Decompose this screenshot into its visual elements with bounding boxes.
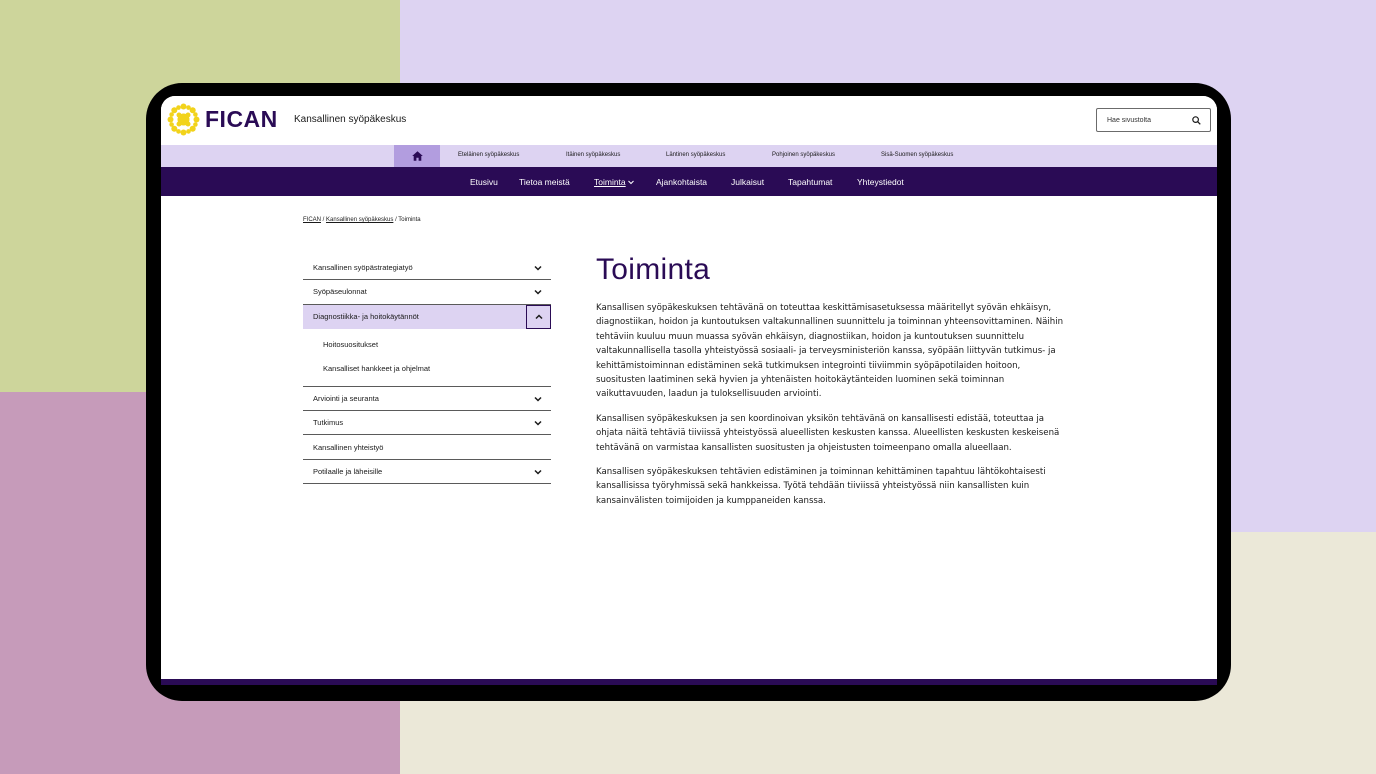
home-tab[interactable] bbox=[394, 145, 440, 167]
side-menu-item-seulonnat[interactable]: Syöpäseulonnat bbox=[303, 280, 551, 305]
side-menu-item-label: Potilaalle ja läheisille bbox=[313, 466, 383, 476]
nav-link-yhteystiedot[interactable]: Yhteystiedot bbox=[857, 177, 904, 187]
region-nav: Eteläinen syöpäkeskus Itäinen syöpäkesku… bbox=[161, 145, 1217, 167]
chevron-down-icon bbox=[627, 180, 634, 185]
search-box bbox=[1096, 108, 1211, 132]
site-logo[interactable]: FICAN bbox=[167, 103, 278, 136]
nav-link-toiminta[interactable]: Toiminta bbox=[594, 177, 634, 187]
chevron-up-icon bbox=[534, 314, 543, 319]
main-content: Toiminta Kansallisen syöpäkeskuksen teht… bbox=[596, 253, 1066, 518]
nav-link-ajankohtaista[interactable]: Ajankohtaista bbox=[656, 177, 707, 187]
site-name: Kansallinen syöpäkeskus bbox=[294, 114, 407, 125]
chevron-down-icon[interactable] bbox=[533, 263, 543, 273]
side-menu-item-label: Tutkimus bbox=[313, 418, 344, 428]
breadcrumb-link-fican[interactable]: FICAN bbox=[303, 217, 321, 223]
chevron-down-icon[interactable] bbox=[533, 287, 543, 297]
chevron-down-icon[interactable] bbox=[533, 467, 543, 477]
region-link-lantinen[interactable]: Läntinen syöpäkeskus bbox=[666, 152, 725, 158]
nav-link-toiminta-label: Toiminta bbox=[594, 177, 626, 187]
region-link-pohjoinen[interactable]: Pohjoinen syöpäkeskus bbox=[772, 152, 835, 158]
breadcrumb: FICAN / Kansallinen syöpäkeskus / Toimin… bbox=[303, 217, 421, 223]
nav-link-etusivu[interactable]: Etusivu bbox=[470, 177, 498, 187]
breadcrumb-separator: / bbox=[322, 217, 325, 223]
side-menu-item-label: Kansallinen syöpästrategiatyö bbox=[313, 263, 413, 273]
search-input[interactable] bbox=[1107, 116, 1187, 124]
side-menu-item-arviointi[interactable]: Arviointi ja seuranta bbox=[303, 387, 551, 412]
site-header: FICAN Kansallinen syöpäkeskus bbox=[161, 96, 1217, 145]
search-icon[interactable] bbox=[1192, 115, 1201, 125]
tablet-frame: FICAN Kansallinen syöpäkeskus Eteläinen … bbox=[146, 83, 1231, 701]
side-menu-item-strategiatyo[interactable]: Kansallinen syöpästrategiatyö bbox=[303, 256, 551, 281]
breadcrumb-separator: / bbox=[395, 217, 397, 223]
side-menu: Kansallinen syöpästrategiatyö Syöpäseulo… bbox=[303, 256, 551, 485]
region-link-itainen[interactable]: Itäinen syöpäkeskus bbox=[566, 152, 620, 158]
side-menu-item-yhteistyo[interactable]: Kansallinen yhteistyö bbox=[303, 435, 551, 460]
nav-link-tapahtumat[interactable]: Tapahtumat bbox=[788, 177, 832, 187]
side-menu-item-label: Diagnostiikka- ja hoitokäytännöt bbox=[313, 312, 419, 322]
side-submenu: Hoitosuositukset Kansalliset hankkeet ja… bbox=[303, 329, 551, 387]
chevron-down-icon[interactable] bbox=[533, 418, 543, 428]
side-menu-item-label: Arviointi ja seuranta bbox=[313, 394, 379, 404]
side-menu-item-diagnostiikka[interactable]: Diagnostiikka- ja hoitokäytännöt bbox=[303, 304, 551, 329]
nav-link-julkaisut[interactable]: Julkaisut bbox=[731, 177, 764, 187]
content-paragraph: Kansallisen syöpäkeskuksen tehtävien edi… bbox=[596, 467, 1046, 506]
content-paragraph: Kansallisen syöpäkeskuksen tehtävänä on … bbox=[596, 303, 1064, 400]
screen-bottom-bar bbox=[161, 679, 1217, 685]
side-submenu-item-hoitosuositukset[interactable]: Hoitosuositukset bbox=[303, 333, 551, 357]
breadcrumb-link-kansallinen[interactable]: Kansallinen syöpäkeskus bbox=[326, 217, 393, 223]
browser-screen: FICAN Kansallinen syöpäkeskus Eteläinen … bbox=[161, 96, 1217, 685]
chevron-down-icon[interactable] bbox=[533, 394, 543, 404]
home-icon bbox=[411, 151, 423, 161]
page-title: Toiminta bbox=[596, 253, 711, 286]
region-link-sisa-suomen[interactable]: Sisä-Suomen syöpäkeskus bbox=[881, 152, 953, 158]
sun-logo-icon bbox=[167, 103, 200, 136]
side-menu-item-tutkimus[interactable]: Tutkimus bbox=[303, 411, 551, 436]
side-menu-item-label: Syöpäseulonnat bbox=[313, 287, 367, 297]
side-submenu-item-hankkeet[interactable]: Kansalliset hankkeet ja ohjelmat bbox=[303, 357, 551, 381]
main-nav: Etusivu Tietoa meistä Toiminta Ajankohta… bbox=[161, 167, 1217, 196]
side-menu-item-potilaalle[interactable]: Potilaalle ja läheisille bbox=[303, 460, 551, 485]
side-menu-item-label: Kansallinen yhteistyö bbox=[313, 442, 384, 452]
collapse-button[interactable] bbox=[526, 304, 551, 329]
logo-text: FICAN bbox=[205, 106, 278, 132]
nav-link-tietoa-meista[interactable]: Tietoa meistä bbox=[519, 177, 570, 187]
content-paragraph: Kansallisen syöpäkeskuksen ja sen koordi… bbox=[596, 413, 1060, 453]
region-link-etelainen[interactable]: Eteläinen syöpäkeskus bbox=[458, 152, 519, 158]
breadcrumb-current: Toiminta bbox=[398, 217, 421, 223]
